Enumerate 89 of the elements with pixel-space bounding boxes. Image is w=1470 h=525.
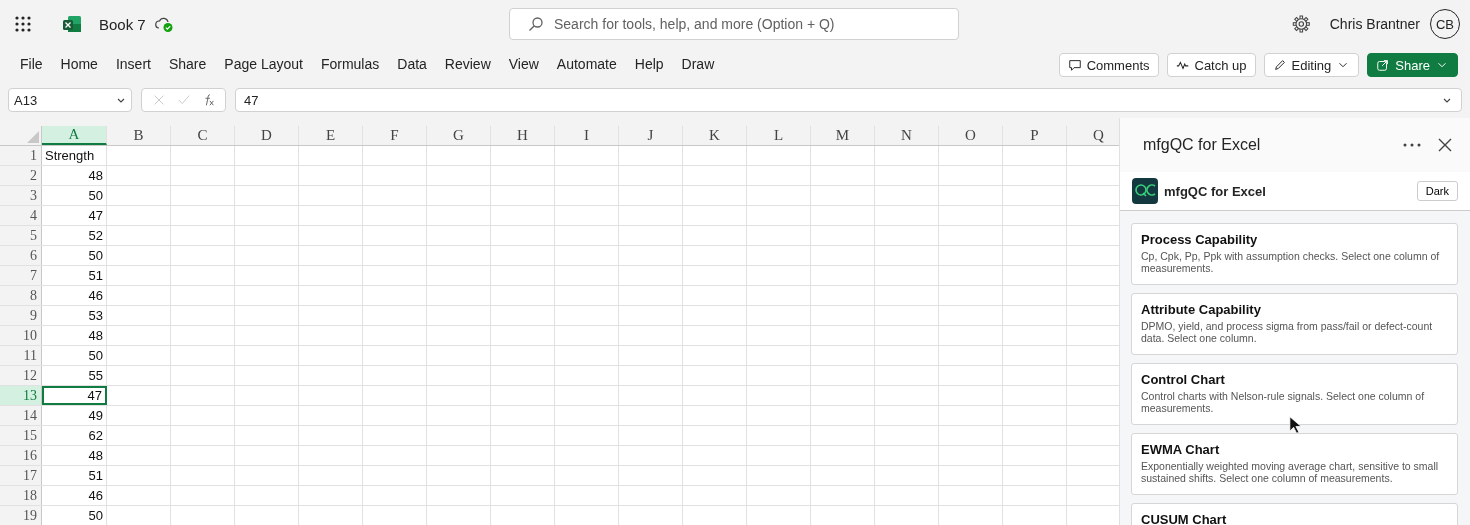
editing-mode-button[interactable]: Editing [1263,53,1360,77]
column-header[interactable]: O [939,126,1003,145]
settings-icon[interactable] [1291,15,1310,33]
column-header[interactable]: F [363,126,427,145]
card-description: DPMO, yield, and process sigma from pass/fail or defect-count data. Select one column. [1141,320,1434,344]
column-header[interactable]: M [811,126,875,145]
row-header[interactable]: 7 [0,266,42,285]
app-launcher-icon[interactable] [14,15,32,33]
row-header[interactable]: 17 [0,466,42,485]
tool-card[interactable]: Process Capability Cp, Cpk, Pp, Ppk with assumption checks. Select one column of measurements. [1131,223,1458,285]
column-header[interactable]: C [171,126,235,145]
card-description: Cp, Cpk, Pp, Ppk with assumption checks. Select one column of measurements. [1141,250,1441,274]
card-description: Exponentially weighted moving average chart, sensitive to small sustained shifts. Select one column of measurements. [1141,460,1440,484]
name-box[interactable]: A13 [8,88,132,112]
comment-icon [1067,58,1082,72]
row-header[interactable]: 19 [0,506,42,525]
column-header[interactable]: H [491,126,555,145]
row-header[interactable]: 13 [0,386,42,405]
menu-tab[interactable]: File [11,52,52,78]
theme-toggle-button[interactable]: Dark [1416,181,1458,201]
tool-card[interactable]: Control Chart Control charts with Nelson-rule signals. Select one column of measurements. [1131,363,1458,425]
pane-title: mfgQC for Excel [1143,136,1261,154]
menu-tab[interactable]: Insert [106,52,160,78]
row-header[interactable]: 1 [0,146,42,165]
add-in-logo-icon [1132,178,1158,204]
share-icon [1376,58,1391,72]
row-header[interactable]: 8 [0,286,42,305]
cloud-saved-icon [153,15,174,33]
menu-tab[interactable]: Review [435,52,500,78]
column-header[interactable]: B [107,126,171,145]
column-header[interactable]: N [875,126,939,145]
menu-tab[interactable]: Automate [547,52,626,78]
menu-tab[interactable]: Home [51,52,107,78]
row-header[interactable]: 4 [0,206,42,225]
tool-card[interactable]: CUSUM Chart [1131,503,1458,525]
table-cell[interactable]: 47 [42,386,107,405]
row-header[interactable]: 18 [0,486,42,505]
menu-tab[interactable]: Draw [672,52,724,78]
row-header[interactable]: 10 [0,326,42,345]
menu-tab[interactable]: Page Layout [215,52,312,78]
column-header[interactable]: D [235,126,299,145]
row-header[interactable]: 6 [0,246,42,265]
card-title: EWMA Chart [1141,442,1221,457]
card-title: CUSUM Chart [1141,512,1228,525]
file-name[interactable]: Book 7 [99,15,146,33]
card-title: Process Capability [1141,232,1259,247]
table-cell[interactable]: Strength [42,146,107,165]
column-header[interactable]: I [555,126,619,145]
card-description: Control charts with Nelson-rule signals. Select one column of measurements. [1141,390,1426,414]
user-name: Chris Brantner [1329,16,1420,32]
menu-tab[interactable]: View [499,52,548,78]
row-header[interactable]: 15 [0,426,42,445]
mouse-pointer-icon [1289,416,1302,434]
row-header[interactable]: 11 [0,346,42,365]
row-header[interactable]: 12 [0,366,42,385]
column-header[interactable]: A [42,126,107,145]
row-header[interactable]: 9 [0,306,42,325]
menu-tab[interactable]: Help [625,52,673,78]
row-header[interactable]: 3 [0,186,42,205]
column-header[interactable]: J [619,126,683,145]
row-header[interactable]: 16 [0,446,42,465]
add-in-name: mfgQC for Excel [1164,183,1266,199]
more-options-icon[interactable] [1402,142,1422,148]
row-header[interactable]: 14 [0,406,42,425]
search-field[interactable]: Search for tools, help, and more (Option + Q) [509,8,959,40]
column-header[interactable]: P [1003,126,1067,145]
column-header[interactable]: E [299,126,363,145]
activity-icon [1175,58,1190,72]
menu-tab[interactable]: Data [388,52,436,78]
formula-field[interactable]: 47 [235,88,1462,112]
menu-tab[interactable]: Share [159,52,216,78]
column-header[interactable]: K [683,126,747,145]
card-title: Control Chart [1141,372,1226,387]
search-icon [528,16,544,32]
share-button[interactable]: Share [1367,53,1458,77]
spreadsheet-app-icon [62,14,82,34]
comments-button[interactable]: Comments [1058,53,1159,77]
tool-card[interactable]: EWMA Chart Exponentially weighted moving average chart, sensitive to small sustained shifts. Select one column of measurements. [1131,433,1458,495]
catch-up-button[interactable]: Catch up [1166,53,1256,77]
close-icon[interactable] [1438,138,1452,152]
checkmark-icon[interactable] [176,93,191,107]
menu-tab[interactable]: Formulas [311,52,389,78]
row-header[interactable]: 5 [0,226,42,245]
pencil-icon [1272,58,1287,72]
column-header[interactable]: L [747,126,811,145]
column-header[interactable]: G [427,126,491,145]
row-header[interactable]: 2 [0,166,42,185]
card-title: Attribute Capability [1141,302,1262,317]
tool-card[interactable]: Attribute Capability DPMO, yield, and process sigma from pass/fail or defect-count data. Select one column. [1131,293,1458,355]
